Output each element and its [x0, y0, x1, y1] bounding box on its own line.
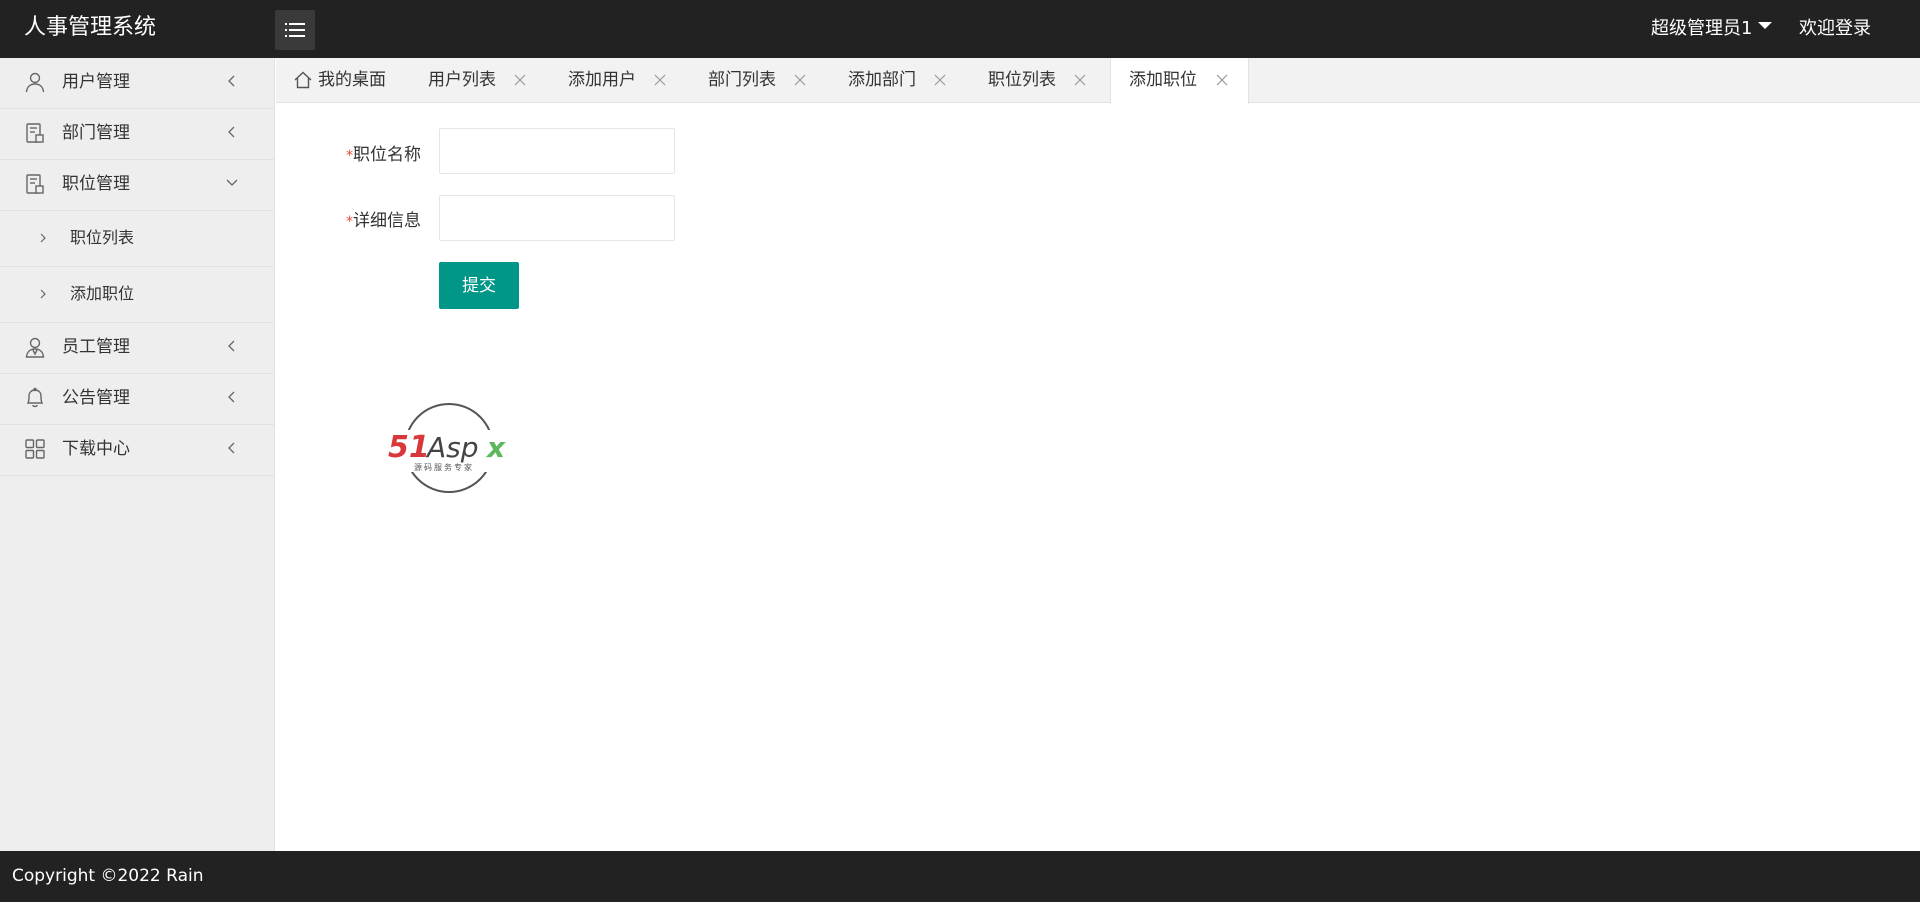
close-icon[interactable] — [514, 74, 526, 86]
tab-label: 职位列表 — [988, 70, 1056, 90]
menu-toggle-button[interactable] — [275, 10, 315, 50]
user-menu-dropdown[interactable]: 超级管理员1 — [1651, 0, 1773, 58]
detail-info-input[interactable] — [439, 195, 675, 241]
top-header: 人事管理系统 超级管理员1 欢迎登录 — [0, 0, 1920, 58]
required-mark: * — [346, 214, 353, 230]
sidebar-item-label: 用户管理 — [62, 72, 130, 92]
tab-label: 部门列表 — [708, 70, 776, 90]
welcome-link[interactable]: 欢迎登录 — [1799, 0, 1871, 58]
tab-user-list[interactable]: 用户列表 — [428, 58, 538, 103]
tab-add-position[interactable]: 添加职位 — [1110, 58, 1249, 104]
sidebar-item-user-management[interactable]: 用户管理 — [0, 58, 274, 109]
app-title: 人事管理系统 — [24, 15, 157, 40]
tab-add-user[interactable]: 添加用户 — [568, 58, 678, 103]
svg-text:源码服务专家: 源码服务专家 — [414, 462, 474, 472]
watermark-logo: 51 Asp x 源码服务专家 — [384, 400, 514, 500]
sidebar-subitem-add-position[interactable]: 添加职位 — [0, 267, 274, 323]
close-icon[interactable] — [934, 74, 946, 86]
required-mark: * — [346, 148, 353, 164]
sidebar-item-label: 部门管理 — [62, 123, 130, 143]
submit-button[interactable]: 提交 — [439, 262, 519, 309]
user-icon — [25, 72, 45, 93]
sidebar-item-employee-management[interactable]: 员工管理 — [0, 323, 274, 374]
home-icon — [294, 71, 312, 89]
sidebar-subitem-label: 职位列表 — [70, 228, 135, 247]
chevron-left-icon — [228, 391, 235, 403]
sidebar-item-label: 公告管理 — [62, 388, 130, 408]
list-menu-icon — [285, 23, 305, 37]
building-icon — [26, 174, 44, 194]
chevron-left-icon — [228, 340, 235, 352]
tab-label: 添加职位 — [1129, 70, 1197, 90]
tab-bar: 我的桌面 用户列表 添加用户 部门列表 添加部门 职位列表 添加职位 — [276, 58, 1920, 104]
building-icon — [26, 123, 44, 143]
caret-down-icon — [1758, 21, 1773, 29]
sidebar-item-label: 下载中心 — [62, 439, 130, 459]
staff-icon — [25, 337, 45, 358]
close-icon[interactable] — [794, 74, 806, 86]
sidebar-subitem-label: 添加职位 — [70, 284, 135, 303]
close-icon[interactable] — [1074, 74, 1086, 86]
svg-text:Asp: Asp — [425, 431, 479, 464]
tab-label: 添加部门 — [848, 70, 916, 90]
chevron-right-icon — [40, 289, 46, 299]
chevron-left-icon — [228, 442, 235, 454]
tab-label: 添加用户 — [568, 70, 636, 90]
footer: Copyright ©2022 Rain — [0, 851, 1920, 902]
sidebar-item-label: 员工管理 — [62, 337, 130, 357]
svg-text:x: x — [485, 431, 506, 464]
sidebar-item-download-center[interactable]: 下载中心 — [0, 425, 274, 476]
grid-icon — [25, 439, 45, 459]
copyright-text: Copyright ©2022 Rain — [12, 866, 204, 886]
chevron-down-icon — [226, 179, 238, 186]
chevron-right-icon — [40, 233, 46, 243]
sidebar-item-position-management[interactable]: 职位管理 — [0, 160, 274, 211]
tab-add-department[interactable]: 添加部门 — [848, 58, 958, 103]
position-name-input[interactable] — [439, 128, 675, 174]
sidebar-item-department-management[interactable]: 部门管理 — [0, 109, 274, 160]
close-icon[interactable] — [1216, 74, 1228, 86]
sidebar-item-announcement-management[interactable]: 公告管理 — [0, 374, 274, 425]
close-icon[interactable] — [654, 74, 666, 86]
tab-department-list[interactable]: 部门列表 — [708, 58, 818, 103]
tab-position-list[interactable]: 职位列表 — [988, 58, 1098, 103]
sidebar: 用户管理 部门管理 职位管理 职位列表 添加职位 员工管理 公告管理 下载中心 — [0, 58, 275, 851]
tab-label: 我的桌面 — [318, 70, 386, 90]
user-menu-label: 超级管理员1 — [1651, 18, 1753, 39]
chevron-left-icon — [228, 126, 235, 138]
sidebar-subitem-position-list[interactable]: 职位列表 — [0, 211, 274, 267]
bell-icon — [26, 387, 44, 408]
detail-info-label: *详细信息 — [346, 211, 421, 231]
chevron-left-icon — [228, 75, 235, 87]
sidebar-item-label: 职位管理 — [62, 174, 130, 194]
svg-text:51: 51 — [388, 430, 430, 465]
tab-label: 用户列表 — [428, 70, 496, 90]
position-name-label: *职位名称 — [346, 145, 421, 165]
